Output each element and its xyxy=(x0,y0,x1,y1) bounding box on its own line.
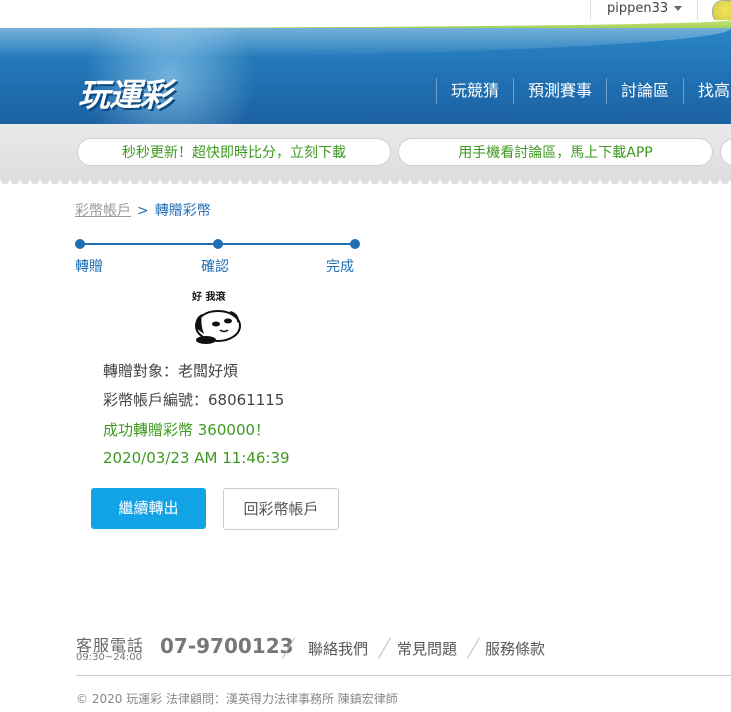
footer-link-terms[interactable]: 服務條款 xyxy=(485,638,545,659)
step-label-complete: 完成 xyxy=(326,259,354,275)
promo-strip: 秒秒更新！超快即時比分，立刻下載 用手機看討論區，馬上下載APP xyxy=(0,124,731,186)
success-message: 成功轉贈彩幣 360000！ xyxy=(103,421,271,439)
site-logo[interactable]: 玩運彩 xyxy=(78,70,172,116)
promo-more-button[interactable] xyxy=(720,138,731,166)
nav-item-find[interactable]: 找高 xyxy=(683,78,731,104)
breadcrumb: 彩幣帳戶 > 轉贈彩幣 xyxy=(75,200,211,220)
chevron-down-icon xyxy=(674,6,683,11)
nav-item-forum[interactable]: 討論區 xyxy=(606,78,683,104)
footer-link-contact[interactable]: 聯絡我們 xyxy=(308,638,368,659)
footer-divider xyxy=(378,637,391,659)
footer-divider xyxy=(467,637,480,659)
footer-links: 客服電話 09:30~24:00 07-9700123 聯絡我們 常見問題 服務… xyxy=(76,632,696,668)
nav-item-guess[interactable]: 玩競猜 xyxy=(436,78,513,104)
step-label-confirm: 確認 xyxy=(201,259,229,275)
footer-divider-line xyxy=(76,675,731,676)
site-header: 玩運彩 玩競猜 預測賽事 討論區 找高 xyxy=(0,28,731,124)
step-dot-transfer xyxy=(75,239,85,249)
nav-item-predict[interactable]: 預測賽事 xyxy=(513,78,606,104)
main-nav: 玩競猜 預測賽事 討論區 找高 xyxy=(436,78,731,104)
transfer-timestamp: 2020/03/23 AM 11:46:39 xyxy=(103,449,290,467)
progress-steps: 轉贈 確認 完成 xyxy=(75,238,361,278)
promo-app-download-button[interactable]: 用手機看討論區，馬上下載APP xyxy=(398,138,713,166)
panda-sticker-image: 好 我滾 xyxy=(190,288,246,346)
username: pippen33 xyxy=(607,1,669,16)
breadcrumb-coin-account-link[interactable]: 彩幣帳戶 xyxy=(75,203,131,219)
step-dot-complete xyxy=(350,239,360,249)
breadcrumb-separator: > xyxy=(137,203,149,219)
sticker-caption: 好 我滾 xyxy=(192,292,226,303)
step-label-transfer: 轉贈 xyxy=(75,259,103,275)
header-sheen xyxy=(0,28,731,58)
step-dot-confirm xyxy=(213,239,223,249)
promo-live-score-button[interactable]: 秒秒更新！超快即時比分，立刻下載 xyxy=(77,138,391,166)
footer-link-faq[interactable]: 常見問題 xyxy=(397,638,457,659)
recipient-text: 轉贈對象：老闆好煩 xyxy=(103,362,239,380)
breadcrumb-current: 轉贈彩幣 xyxy=(154,203,211,219)
continue-transfer-button[interactable]: 繼續轉出 xyxy=(91,488,206,529)
customer-service-phone: 07-9700123 xyxy=(160,634,294,658)
customer-service-hours: 09:30~24:00 xyxy=(76,652,143,663)
account-number-text: 彩幣帳戶編號：68061115 xyxy=(103,391,285,409)
user-menu[interactable]: pippen33 xyxy=(590,0,698,20)
back-to-coin-account-button[interactable]: 回彩幣帳戶 xyxy=(223,488,339,530)
copyright-text: © 2020 玩運彩 法律顧問：漢英得力法律事務所 陳鎮宏律師 xyxy=(76,692,398,706)
